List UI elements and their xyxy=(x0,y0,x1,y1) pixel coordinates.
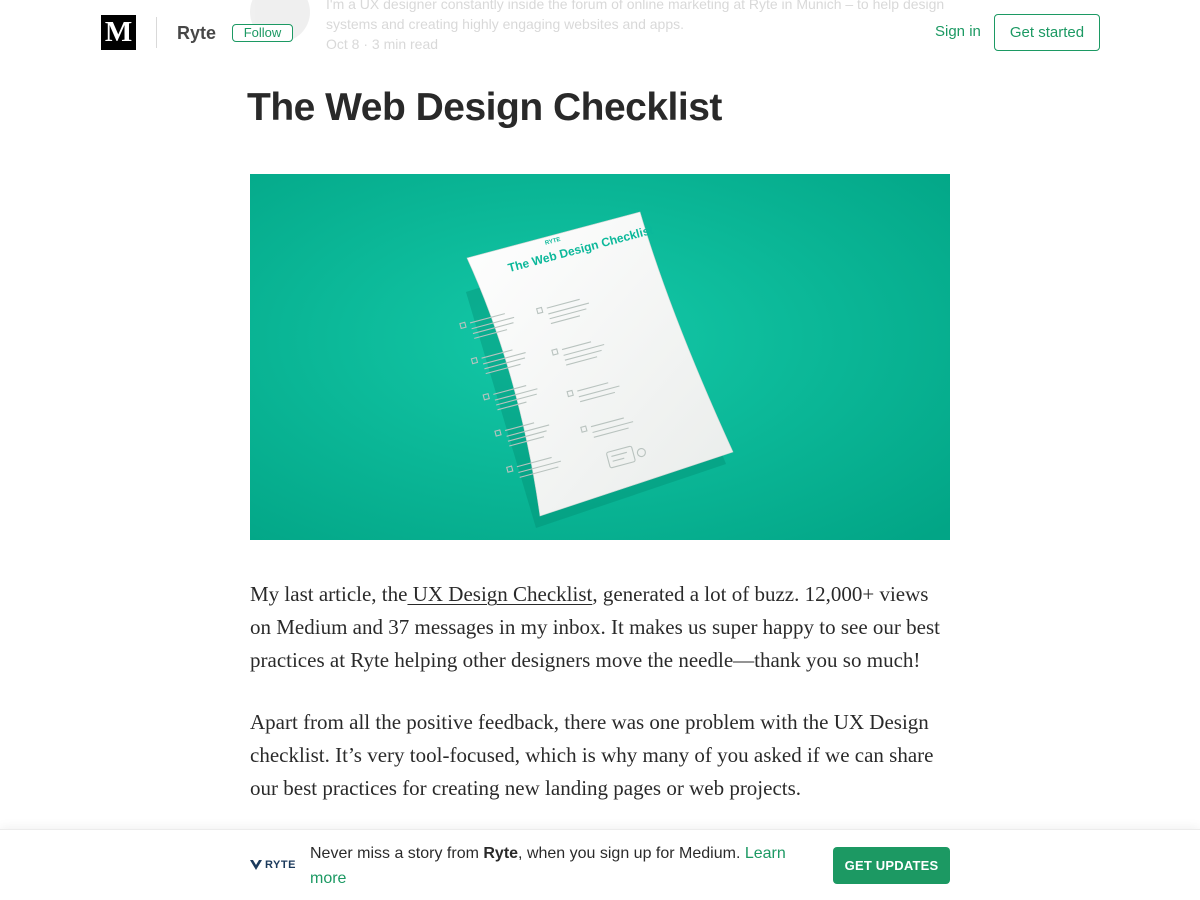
article-body: My last article, the UX Design Checklist… xyxy=(250,578,950,834)
ux-checklist-link[interactable]: UX Design Checklist xyxy=(407,582,593,606)
get-updates-button[interactable]: GET UPDATES xyxy=(833,847,950,884)
hero-image: RYTE The Web Design Checklist xyxy=(250,174,950,540)
banner-message: Never miss a story from Ryte, when you s… xyxy=(310,841,800,891)
checklist-paper-illustration: RYTE The Web Design Checklist xyxy=(250,174,950,540)
follow-button[interactable]: Follow xyxy=(232,24,293,42)
get-started-button[interactable]: Get started xyxy=(994,14,1100,51)
sign-in-link[interactable]: Sign in xyxy=(935,23,981,41)
signup-banner: RYTE Never miss a story from Ryte, when … xyxy=(0,829,1200,900)
publication-name[interactable]: Ryte xyxy=(177,21,216,45)
top-nav: M Ryte Follow Sign in Get started xyxy=(0,0,1200,65)
banner-text: Never miss a story from xyxy=(310,845,484,862)
ryte-logo: RYTE xyxy=(250,857,296,873)
banner-text: , when you sign up for Medium. xyxy=(518,845,745,862)
banner-pub-name: Ryte xyxy=(483,845,519,862)
logo-divider xyxy=(156,17,157,48)
ryte-chevron-icon xyxy=(250,860,262,870)
article-title: The Web Design Checklist xyxy=(247,86,722,129)
medium-logo[interactable]: M xyxy=(101,15,136,50)
paragraph-text: My last article, the xyxy=(250,582,408,606)
ryte-wordmark: RYTE xyxy=(265,859,296,871)
paragraph: Apart from all the positive feedback, th… xyxy=(250,710,934,800)
paragraph: My last article, the UX Design Checklist… xyxy=(250,578,950,677)
